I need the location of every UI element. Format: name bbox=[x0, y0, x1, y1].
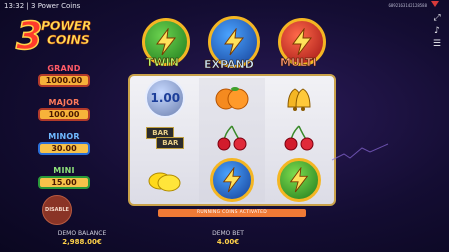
power-coins-header: TWIN EXPAND MULTI bbox=[138, 16, 336, 74]
multi-label: MULTI bbox=[280, 56, 317, 70]
twin-label: TWIN bbox=[146, 56, 180, 70]
jackpot-minor: MINOR 30.00 bbox=[38, 132, 90, 162]
reel-cell: BAR BAR bbox=[132, 118, 199, 158]
jackpot-label: MINOR bbox=[48, 132, 80, 141]
jackpot-grand: GRAND 1000.00 bbox=[38, 64, 90, 94]
jackpot-mini: MINI 15.00 bbox=[38, 166, 90, 196]
cherry-icon bbox=[217, 125, 247, 151]
reel-cell bbox=[265, 78, 332, 118]
reel-cell bbox=[132, 158, 199, 202]
jackpot-value: 100.00 bbox=[38, 108, 90, 121]
jackpot-value: 30.00 bbox=[38, 142, 90, 155]
jackpot-value: 1000.00 bbox=[38, 74, 90, 87]
jackpot-panel: GRAND 1000.00 MAJOR 100.00 MINOR 30.00 M… bbox=[38, 64, 90, 200]
side-controls: ⤢ ♪ ☰ bbox=[433, 14, 441, 49]
reel-cell bbox=[265, 118, 332, 158]
jackpot-value: 15.00 bbox=[38, 176, 90, 189]
lightning-effect-icon bbox=[331, 143, 389, 161]
reel-grid: 1.00 BAR BAR bbox=[128, 74, 336, 206]
reel-cell bbox=[198, 78, 266, 118]
bet-label: DEMO BET bbox=[212, 230, 244, 237]
jackpot-label: MAJOR bbox=[48, 98, 80, 107]
sound-icon[interactable]: ♪ bbox=[434, 27, 440, 36]
orange-icon bbox=[215, 87, 249, 110]
running-coins-banner: RUNNING COINS ACTIVATED bbox=[158, 209, 306, 217]
demo-bet: DEMO BET 4.00€ bbox=[208, 230, 248, 247]
logo-text: Power Coins bbox=[41, 18, 92, 47]
dropdown-arrow-icon[interactable] bbox=[431, 1, 439, 7]
clock: 13:32 bbox=[4, 2, 25, 10]
jackpot-major: MAJOR 100.00 bbox=[38, 98, 90, 128]
power-coin-blue-icon bbox=[209, 158, 254, 202]
reel-cell bbox=[198, 158, 266, 202]
menu-icon[interactable]: ☰ bbox=[433, 40, 441, 49]
status-bar: 13:32 | 3 Power Coins bbox=[4, 2, 81, 10]
bar-icon: BAR BAR bbox=[146, 127, 185, 149]
jackpot-label: MINI bbox=[53, 166, 75, 175]
balance-value: 2,988.00€ bbox=[62, 238, 102, 246]
logo-number: 3 bbox=[15, 13, 43, 59]
fullscreen-icon[interactable]: ⤢ bbox=[433, 14, 440, 23]
jackpot-label: GRAND bbox=[47, 64, 81, 73]
disable-button[interactable]: DISABLE bbox=[42, 195, 72, 225]
reel-cell bbox=[198, 118, 266, 158]
coin-value-icon: 1.00 bbox=[145, 78, 186, 118]
bell-icon bbox=[287, 88, 311, 111]
reel-cell: 1.00 bbox=[132, 78, 199, 118]
session-id: 6892163142128588 bbox=[388, 3, 427, 8]
expand-label: EXPAND bbox=[204, 58, 255, 72]
game-logo: 3 Power Coins bbox=[15, 13, 116, 62]
bet-value: 4.00€ bbox=[216, 238, 240, 246]
window-title: 3 Power Coins bbox=[31, 2, 81, 10]
power-coin-green-icon bbox=[276, 158, 321, 202]
balance-label: DEMO BALANCE bbox=[57, 230, 107, 237]
demo-balance: DEMO BALANCE 2,988.00€ bbox=[52, 230, 112, 247]
cherry-icon bbox=[284, 125, 314, 151]
reel-cell bbox=[265, 158, 332, 202]
lemon-icon bbox=[148, 172, 181, 192]
